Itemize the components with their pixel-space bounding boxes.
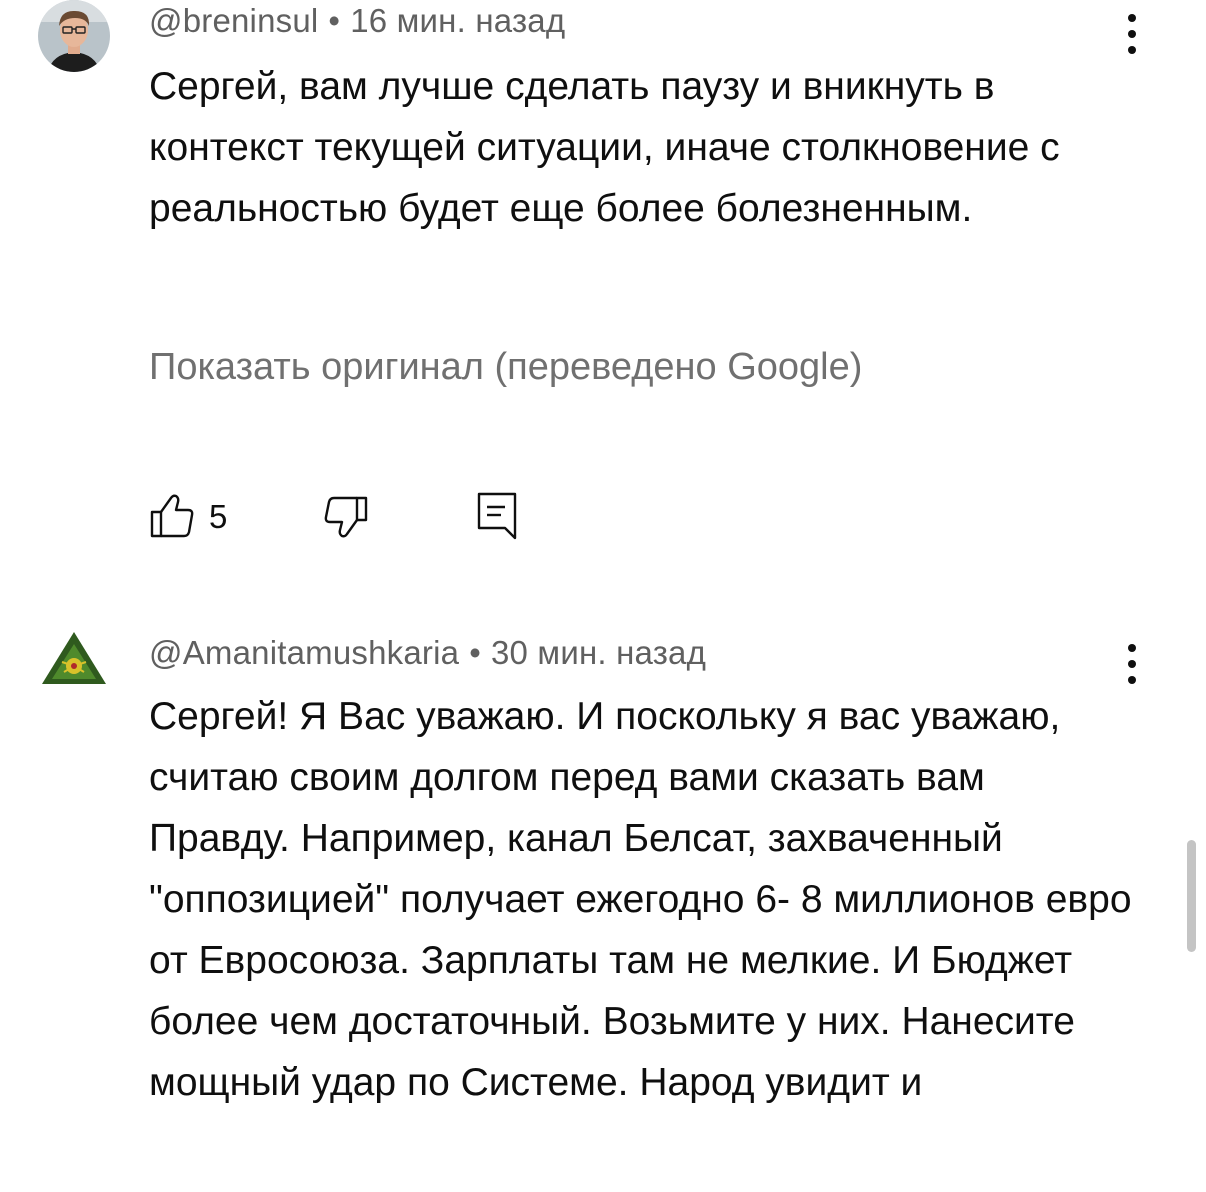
thumbs-up-icon <box>150 494 194 538</box>
author-handle[interactable]: @breninsul <box>149 2 318 39</box>
separator-dot: • <box>469 634 481 671</box>
author-handle[interactable]: @Amanitamushkaria <box>149 634 459 671</box>
kebab-dot-icon <box>1128 660 1136 668</box>
like-count: 5 <box>209 498 228 535</box>
comment-time[interactable]: 16 мин. назад <box>350 2 565 39</box>
kebab-dot-icon <box>1128 30 1136 38</box>
more-options-button[interactable] <box>1112 642 1152 690</box>
author-avatar[interactable] <box>38 626 110 698</box>
separator-dot: • <box>328 2 341 39</box>
comment-meta: @breninsul • 16 мин. назад <box>149 2 565 40</box>
kebab-dot-icon <box>1128 676 1136 684</box>
show-original-link[interactable]: Показать оригинал (переведено Google) <box>149 346 862 389</box>
comment-time[interactable]: 30 мин. назад <box>491 634 706 671</box>
comment-text: Сергей! Я Вас уважаю. И поскольку я вас … <box>149 695 1132 1104</box>
reply-comment-icon <box>477 492 517 540</box>
kebab-dot-icon <box>1128 644 1136 652</box>
reply-button[interactable] <box>475 490 523 547</box>
thumbs-down-icon <box>324 496 368 538</box>
like-button[interactable]: 5 <box>149 490 227 547</box>
comment-meta: @Amanitamushkaria • 30 мин. назад <box>149 634 706 672</box>
more-options-button[interactable] <box>1112 12 1152 60</box>
person-photo-icon <box>38 0 110 72</box>
kebab-dot-icon <box>1128 46 1136 54</box>
comment-text: Сергей, вам лучше сделать паузу и вникну… <box>149 65 1060 230</box>
kebab-dot-icon <box>1128 14 1136 22</box>
triangle-emblem-icon <box>42 632 106 684</box>
author-avatar[interactable] <box>38 0 110 72</box>
scrollbar-thumb[interactable] <box>1187 840 1196 952</box>
dislike-button[interactable] <box>321 490 369 547</box>
